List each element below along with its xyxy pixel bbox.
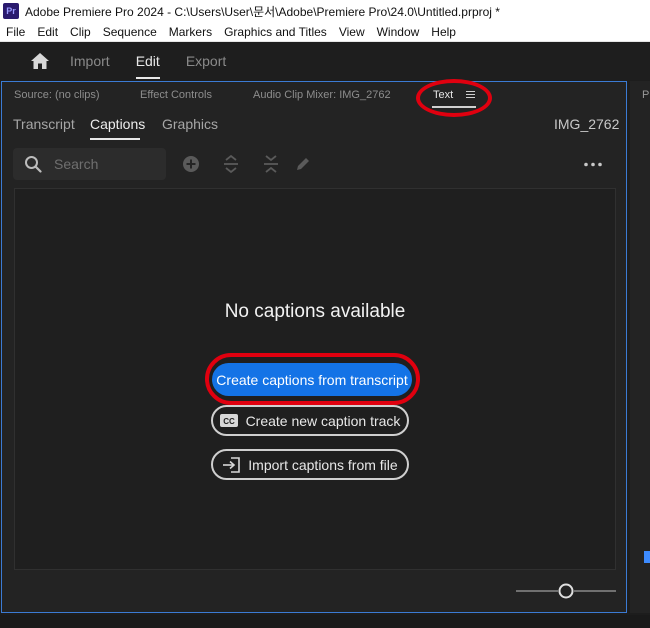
tab-audio-clip-mixer[interactable]: Audio Clip Mixer: IMG_2762 — [253, 89, 391, 101]
create-new-caption-track-label: Create new caption track — [245, 412, 401, 429]
search-box[interactable] — [13, 148, 166, 180]
cc-icon: CC — [219, 414, 238, 427]
menu-bar: File Edit Clip Sequence Markers Graphics… — [0, 22, 650, 42]
workspace-tab-edit[interactable]: Edit — [135, 42, 160, 80]
add-icon[interactable] — [181, 154, 201, 174]
import-captions-from-file-label: Import captions from file — [248, 456, 398, 473]
workspace-tab-import[interactable]: Import — [70, 42, 110, 80]
tab-effect-controls[interactable]: Effect Controls — [140, 89, 212, 101]
bottom-panel-strip — [0, 615, 650, 628]
empty-state-title: No captions available — [224, 301, 406, 322]
import-captions-from-file-button[interactable]: Import captions from file — [211, 449, 409, 480]
tab-source[interactable]: Source: (no clips) — [14, 89, 100, 101]
workspace-tab-export[interactable]: Export — [186, 42, 226, 80]
home-icon[interactable] — [30, 52, 50, 70]
subtab-captions-underline — [90, 138, 140, 140]
create-new-caption-track-button[interactable]: CC Create new caption track — [211, 405, 409, 436]
window-title: Adobe Premiere Pro 2024 - C:\Users\User\… — [25, 4, 500, 19]
right-panel-edge: P — [630, 81, 650, 613]
panel-tab-bar: Source: (no clips) Effect Controls Audio… — [2, 82, 626, 110]
menu-clip[interactable]: Clip — [64, 25, 97, 39]
svg-text:CC: CC — [223, 417, 235, 426]
menu-markers[interactable]: Markers — [163, 25, 218, 39]
captions-toolbar — [13, 148, 617, 180]
zoom-slider[interactable] — [516, 582, 616, 600]
captions-content-area: No captions available Create captions fr… — [14, 188, 616, 570]
workspace-header: Import Edit Export — [0, 42, 650, 80]
text-subtab-bar: Transcript Captions Graphics IMG_2762 — [2, 110, 626, 140]
annotation-circle-create-captions — [205, 353, 420, 405]
menu-sequence[interactable]: Sequence — [97, 25, 163, 39]
search-input[interactable] — [54, 156, 154, 172]
subtab-graphics[interactable]: Graphics — [162, 116, 218, 132]
premiere-pro-logo-icon: Pr — [3, 3, 19, 19]
menu-edit[interactable]: Edit — [31, 25, 64, 39]
menu-help[interactable]: Help — [425, 25, 462, 39]
subtab-transcript[interactable]: Transcript — [13, 116, 75, 132]
clip-name-label: IMG_2762 — [554, 116, 620, 132]
menu-window[interactable]: Window — [371, 25, 426, 39]
menu-graphics-and-titles[interactable]: Graphics and Titles — [218, 25, 333, 39]
right-panel-tab-letter[interactable]: P — [642, 89, 649, 101]
title-bar: Pr Adobe Premiere Pro 2024 - C:\Users\Us… — [0, 0, 650, 22]
subtab-captions[interactable]: Captions — [90, 116, 145, 132]
merge-icon[interactable] — [221, 154, 241, 174]
text-panel: Source: (no clips) Effect Controls Audio… — [1, 79, 627, 613]
split-icon[interactable] — [261, 154, 281, 174]
search-icon — [25, 156, 42, 173]
more-icon[interactable] — [583, 162, 603, 167]
menu-file[interactable]: File — [0, 25, 31, 39]
pencil-icon[interactable] — [293, 154, 313, 174]
menu-view[interactable]: View — [333, 25, 371, 39]
import-icon — [223, 456, 241, 473]
right-panel-blue-marker — [644, 551, 650, 563]
